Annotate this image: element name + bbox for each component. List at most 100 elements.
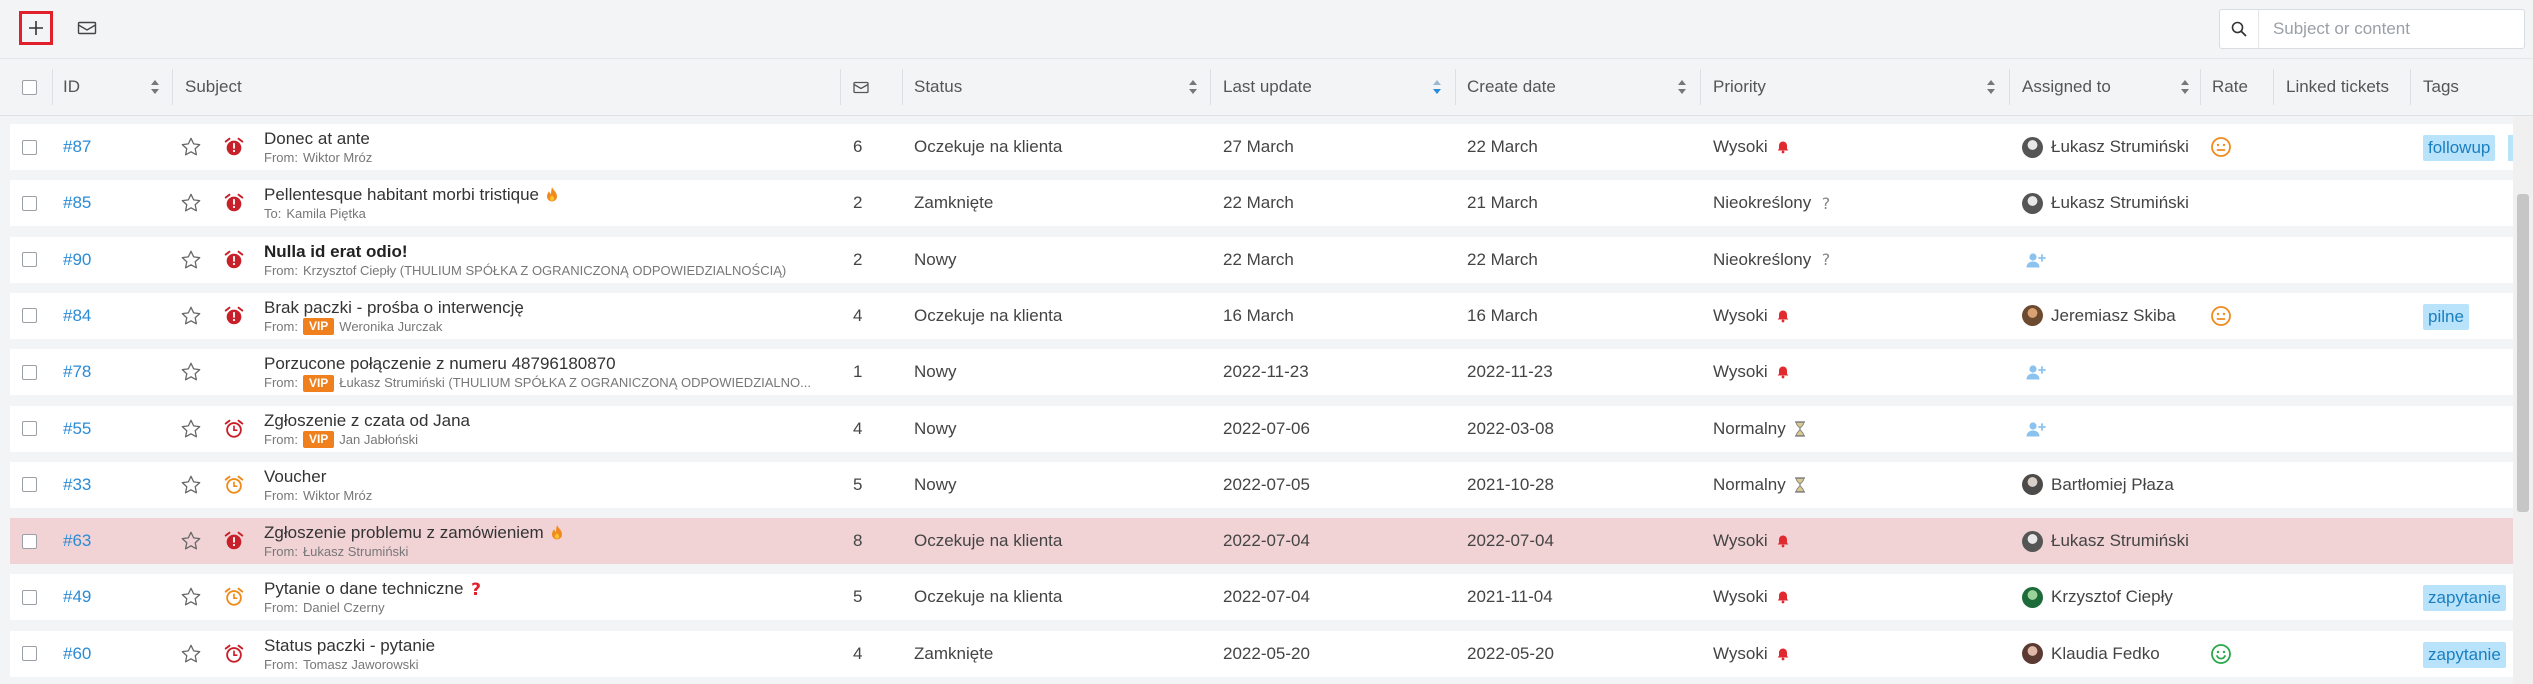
ticket-subject[interactable]: Zgłoszenie problemu z zamówieniem [264, 522, 844, 543]
star-icon[interactable] [180, 349, 202, 395]
sort-desc-icon[interactable] [1432, 79, 1442, 95]
row-checkbox-cell [22, 349, 37, 395]
column-subject[interactable]: Subject [185, 59, 485, 115]
add-ticket-button[interactable] [19, 11, 53, 45]
ticket-row[interactable]: #63 Zgłoszenie problemu z zamówieniem From… [10, 518, 2513, 565]
ticket-id-link[interactable]: #85 [63, 193, 91, 213]
ticket-id-link[interactable]: #55 [63, 419, 91, 439]
ticket-assignee[interactable]: Bartłomiej Płaza [2022, 462, 2174, 508]
ticket-row[interactable]: #87 Donec at ante From: Wiktor Mróz 6 Oczekuj… [10, 124, 2514, 170]
star-icon[interactable] [180, 124, 202, 170]
assign-user-icon[interactable] [2025, 237, 2047, 283]
avatar [2022, 474, 2043, 496]
ticket-subject[interactable]: Brak paczki - prośba o interwencję [264, 297, 844, 318]
row-checkbox[interactable] [22, 421, 37, 436]
star-icon[interactable] [180, 462, 202, 508]
star-icon[interactable] [180, 574, 202, 620]
ticket-tag[interactable]: zapytanie [2423, 641, 2506, 668]
sort-icon[interactable] [150, 79, 160, 95]
column-last-update[interactable]: Last update [1223, 59, 1312, 115]
row-checkbox[interactable] [22, 364, 37, 380]
ticket-tag[interactable]: pilne [2423, 303, 2469, 330]
ticket-id-link[interactable]: #60 [63, 644, 91, 664]
ticket-subject[interactable]: Voucher [264, 466, 844, 487]
ticket-row[interactable]: #84 Brak paczki - prośba o interwencję Fro… [10, 292, 2513, 339]
scrollbar-thumb[interactable] [2517, 194, 2529, 512]
column-create-date[interactable]: Create date [1467, 59, 1556, 115]
last-update-value: 2022-05-20 [1223, 643, 1310, 663]
row-checkbox[interactable] [22, 533, 37, 549]
ticket-row[interactable]: #78 Porzucone połączenie z numeru 4879618… [10, 349, 2513, 396]
ticket-row[interactable]: #49 Pytanie o dane techniczne? From: Daniel… [10, 574, 2513, 621]
sort-icon[interactable] [1677, 79, 1687, 95]
sort-icon[interactable] [2180, 79, 2190, 95]
status-value: Zamknięte [914, 643, 994, 663]
ticket-row[interactable]: #33 Voucher From: Wiktor Mróz 5 Nowy 2022-07-0… [10, 461, 2513, 508]
ticket-assignee[interactable]: Krzysztof Ciepły [2022, 574, 2173, 620]
ticket-assignee[interactable]: Klaudia Fedko [2022, 631, 2160, 677]
column-subject-label: Subject [185, 77, 242, 96]
ticket-id-link[interactable]: #87 [63, 137, 91, 157]
column-id[interactable]: ID [63, 59, 163, 115]
scrollbar[interactable] [2513, 116, 2533, 684]
column-rate[interactable]: Rate [2212, 59, 2248, 115]
ticket-row[interactable]: #90 Nulla id erat odio! From: Krzysztof Cie… [10, 236, 2513, 283]
assign-user-icon[interactable] [2025, 406, 2047, 452]
envelope-icon [853, 81, 869, 93]
ticket-subject[interactable]: Zgłoszenie z czata od Jana [264, 410, 844, 431]
column-linked[interactable]: Linked tickets [2286, 59, 2389, 115]
ticket-subject[interactable]: Status paczki - pytanie [264, 635, 844, 656]
column-assigned[interactable]: Assigned to [2022, 59, 2111, 115]
ticket-assignee[interactable]: Łukasz Strumiński [2022, 124, 2189, 170]
ticket-subject[interactable]: Porzucone połączenie z numeru 4879618087… [264, 353, 844, 374]
mail-button[interactable] [70, 11, 104, 45]
star-icon[interactable] [180, 293, 202, 339]
ticket-id-link[interactable]: #84 [63, 306, 91, 326]
sender-name: Wiktor Mróz [302, 487, 373, 503]
ticket-subject[interactable]: Pellentesque habitant morbi tristique [264, 184, 844, 205]
star-icon[interactable] [180, 237, 202, 283]
star-icon[interactable] [180, 180, 202, 226]
ticket-assignee[interactable]: Jeremiasz Skiba [2022, 293, 2176, 339]
row-checkbox[interactable] [22, 477, 37, 493]
star-icon[interactable] [180, 518, 202, 564]
ticket-id-link[interactable]: #90 [63, 250, 91, 270]
search-icon[interactable] [2220, 10, 2259, 48]
column-priority[interactable]: Priority [1713, 59, 1766, 115]
ticket-id-link[interactable]: #63 [63, 531, 91, 551]
row-checkbox[interactable] [22, 589, 37, 605]
star-icon[interactable] [180, 406, 202, 452]
ticket-subject[interactable]: Nulla id erat odio! [264, 241, 844, 262]
ticket-row[interactable]: #60 Status paczki - pytanie From: Tomasz Ja… [10, 630, 2513, 677]
ticket-sender: From: Daniel Czerny [264, 599, 844, 617]
ticket-row[interactable]: #55 Zgłoszenie z czata od Jana From: VIP Jan… [10, 405, 2513, 452]
row-checkbox[interactable] [22, 252, 37, 268]
column-messages[interactable] [853, 59, 869, 115]
ticket-id-cell: #63 [63, 518, 91, 564]
column-status[interactable]: Status [914, 59, 962, 115]
row-checkbox-cell [22, 518, 37, 564]
row-checkbox[interactable] [22, 139, 37, 155]
ticket-subject[interactable]: Donec at ante [264, 128, 844, 149]
column-tags[interactable]: Tags [2423, 59, 2459, 115]
row-checkbox[interactable] [22, 646, 37, 662]
ticket-subject[interactable]: Pytanie o dane techniczne? [264, 578, 844, 599]
ticket-assignee[interactable]: Łukasz Strumiński [2022, 180, 2189, 226]
sort-icon[interactable] [1188, 79, 1198, 95]
assignee-name: Klaudia Fedko [2051, 643, 2160, 663]
ticket-id-link[interactable]: #33 [63, 475, 91, 495]
ticket-assignee[interactable]: Łukasz Strumiński [2022, 518, 2189, 564]
search-input[interactable] [2258, 11, 2524, 47]
row-checkbox[interactable] [22, 308, 37, 324]
row-checkbox[interactable] [22, 195, 37, 211]
ticket-status: Zamknięte [914, 180, 993, 226]
ticket-row[interactable]: #85 Pellentesque habitant morbi tristique… [10, 180, 2513, 227]
select-all-checkbox[interactable] [22, 79, 37, 95]
ticket-tag[interactable]: followup [2423, 135, 2496, 161]
ticket-tag[interactable]: zapytanie [2423, 585, 2506, 612]
ticket-id-link[interactable]: #49 [63, 587, 91, 607]
ticket-id-link[interactable]: #78 [63, 362, 91, 382]
assign-user-icon[interactable] [2025, 349, 2047, 395]
star-icon[interactable] [180, 631, 202, 677]
sort-icon[interactable] [1986, 79, 1996, 95]
